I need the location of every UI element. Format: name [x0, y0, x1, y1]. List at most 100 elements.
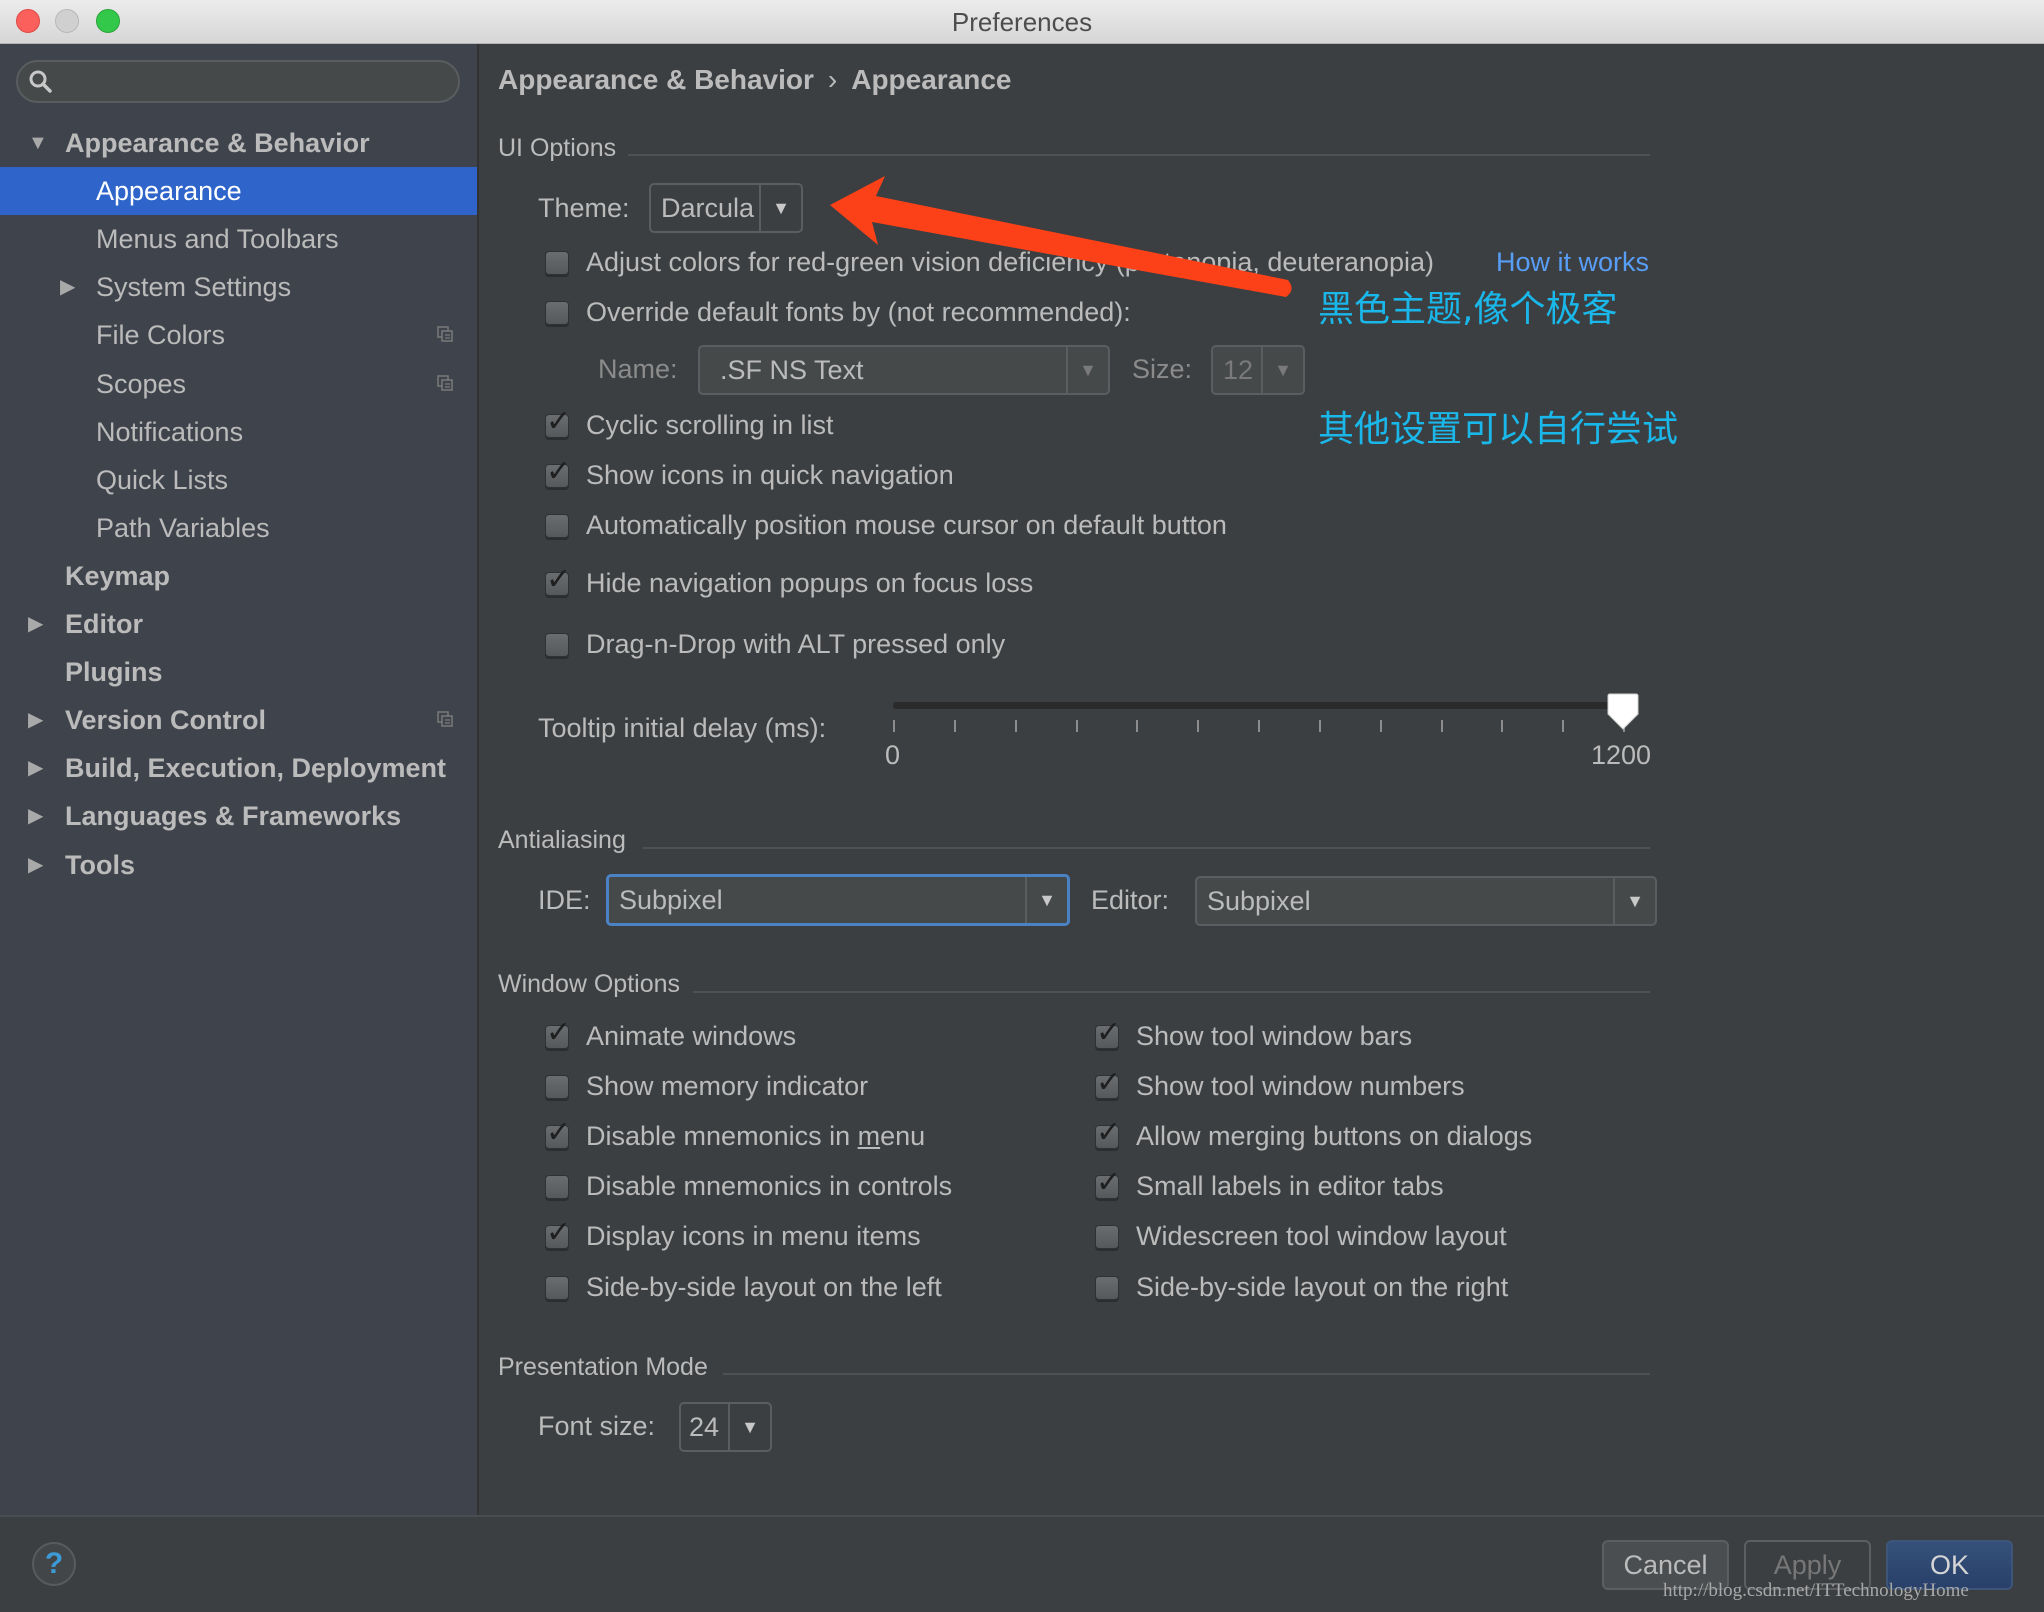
window-option-checkbox[interactable] [1095, 1275, 1119, 1300]
chevron-right-icon[interactable]: ▶ [28, 696, 43, 744]
slider-min-label: 0 [885, 740, 901, 770]
slider-track[interactable] [893, 702, 1623, 709]
checkmark-icon: ✓ [1096, 1015, 1122, 1050]
sidebar-item-label: Notifications [96, 416, 244, 447]
ui-option-checkbox[interactable]: ✓ [545, 407, 571, 438]
sidebar-item[interactable]: Plugins [0, 648, 477, 696]
sidebar-item[interactable]: ▶ Tools [0, 841, 477, 889]
slider-tick [1501, 720, 1504, 732]
sidebar-item-label: Build, Execution, Deployment [65, 753, 447, 784]
sidebar-item-label: Appearance & Behavior [65, 128, 370, 158]
window-option-checkbox[interactable]: ✓ [545, 1218, 571, 1250]
slider-tick [1136, 720, 1139, 732]
adjust-colors-checkbox[interactable] [545, 251, 569, 275]
sidebar-item[interactable]: Keymap [0, 552, 477, 600]
ide-antialiasing-dropdown[interactable]: Subpixel ▼ [606, 874, 1070, 926]
checkmark-icon: ✓ [546, 562, 572, 597]
ui-option-checkbox[interactable]: ✓ [545, 457, 571, 488]
sidebar-item[interactable]: Scopes [0, 360, 477, 408]
ui-option-label: Show icons in quick navigation [586, 460, 954, 490]
sidebar-item-label: Appearance [96, 176, 242, 207]
window-option-checkbox[interactable]: ✓ [1095, 1118, 1121, 1150]
section-antialiasing-title: Antialiasing [498, 826, 626, 854]
window-option-label: Disable mnemonics in controls [586, 1171, 953, 1202]
help-button[interactable]: ? [32, 1542, 76, 1586]
sidebar-item[interactable]: ▼ Appearance & Behavior [0, 119, 477, 167]
window-option-label: Widescreen tool window layout [1136, 1221, 1507, 1252]
font-name-dropdown[interactable]: .SF NS Text ▼ [698, 345, 1110, 395]
sidebar-item-label: Plugins [65, 657, 163, 688]
chevron-right-icon[interactable]: ▶ [28, 841, 43, 889]
window-option-label: Show tool window bars [1136, 1021, 1413, 1051]
editor-antialiasing-dropdown[interactable]: Subpixel ▼ [1195, 876, 1657, 926]
theme-dropdown[interactable]: Darcula ▼ [649, 183, 803, 233]
ui-option-checkbox[interactable]: ✓ [545, 565, 571, 596]
ui-option-label: Hide navigation popups on focus loss [586, 568, 1034, 598]
sidebar-item[interactable]: Menus and Toolbars [0, 215, 477, 263]
ui-option-label: Drag-n-Drop with ALT pressed only [586, 629, 1006, 659]
sidebar-item-label: Menus and Toolbars [96, 224, 339, 255]
window-title: Preferences [951, 7, 1093, 37]
slider-tick [1562, 720, 1565, 732]
sidebar-item[interactable]: ▶ Version Control [0, 696, 477, 744]
footer-divider [0, 1515, 2044, 1517]
slider-thumb[interactable] [1607, 692, 1639, 730]
chevron-down-icon[interactable]: ▼ [28, 119, 48, 167]
window-option-label: Show memory indicator [586, 1071, 869, 1102]
chevron-down-icon: ▼ [759, 185, 801, 231]
window-option-checkbox[interactable] [545, 1275, 569, 1300]
search-icon [29, 70, 52, 93]
sidebar-item[interactable]: File Colors [0, 311, 477, 359]
window-option-checkbox[interactable]: ✓ [1095, 1168, 1121, 1200]
window-option-label: Display icons in menu items [586, 1221, 921, 1252]
editor-antialiasing-label: Editor: [1091, 885, 1170, 915]
slider-tick [1197, 720, 1200, 732]
how-it-works-link[interactable]: How it works [1496, 247, 1649, 278]
ide-antialiasing-label: IDE: [538, 885, 591, 915]
window-option-checkbox[interactable] [545, 1075, 569, 1100]
sidebar-item[interactable]: ▶ Editor [0, 600, 477, 648]
window-option-checkbox[interactable] [1095, 1225, 1119, 1250]
sidebar-item-label: Editor [65, 609, 143, 639]
settings-sidebar: ▼ Appearance & Behavior Appearance Menus an… [0, 44, 479, 1515]
sidebar-item[interactable]: Notifications [0, 408, 477, 456]
ui-option-checkbox[interactable] [545, 633, 569, 657]
window-option-label: Disable mnemonics in menu [586, 1121, 926, 1152]
breadcrumb-parent[interactable]: Appearance & Behavior [498, 64, 814, 95]
editor-antialiasing-value: Subpixel [1207, 886, 1311, 916]
checkmark-icon: ✓ [546, 404, 572, 439]
presentation-font-size-dropdown[interactable]: 24 ▼ [679, 1402, 772, 1452]
chevron-right-icon[interactable]: ▶ [28, 744, 43, 792]
window-option-checkbox[interactable]: ✓ [1095, 1018, 1121, 1049]
sidebar-item[interactable]: Quick Lists [0, 456, 477, 504]
settings-search-input[interactable] [16, 60, 460, 103]
font-name-label: Name: [598, 354, 678, 384]
font-size-dropdown[interactable]: 12 ▼ [1211, 345, 1305, 395]
window-option-checkbox[interactable]: ✓ [1095, 1068, 1121, 1100]
ui-option-label: Automatically position mouse cursor on d… [586, 510, 1227, 540]
window-option-checkbox[interactable]: ✓ [545, 1118, 571, 1150]
slider-max-label: 1200 [1591, 740, 1652, 770]
slider-tick [1440, 720, 1443, 732]
checkmark-icon: ✓ [1096, 1115, 1122, 1151]
chevron-down-icon: ▼ [1066, 347, 1108, 393]
window-option-checkbox[interactable] [545, 1175, 569, 1200]
breadcrumb: Appearance & Behavior › Appearance [498, 64, 1012, 96]
sidebar-item[interactable]: Appearance [0, 167, 477, 216]
override-fonts-checkbox[interactable] [545, 301, 569, 325]
sidebar-item[interactable]: ▶ Languages & Frameworks [0, 792, 477, 840]
sidebar-item[interactable]: ▶ System Settings [0, 263, 477, 311]
chevron-right-icon[interactable]: ▶ [28, 792, 43, 840]
tooltip-delay-label: Tooltip initial delay (ms): [538, 713, 827, 743]
sidebar-item-label: File Colors [96, 320, 226, 351]
window-option-label: Side-by-side layout on the right [1136, 1271, 1509, 1302]
window-option-label: Show tool window numbers [1136, 1071, 1465, 1102]
chevron-right-icon[interactable]: ▶ [28, 600, 43, 648]
ui-option-checkbox[interactable] [545, 514, 569, 538]
sidebar-item[interactable]: Path Variables [0, 504, 477, 552]
sidebar-item[interactable]: ▶ Build, Execution, Deployment [0, 744, 477, 792]
window-option-checkbox[interactable]: ✓ [545, 1018, 571, 1049]
chevron-right-icon[interactable]: ▶ [60, 263, 75, 311]
chevron-down-icon: ▼ [728, 1404, 770, 1450]
slider-tick [893, 720, 895, 732]
